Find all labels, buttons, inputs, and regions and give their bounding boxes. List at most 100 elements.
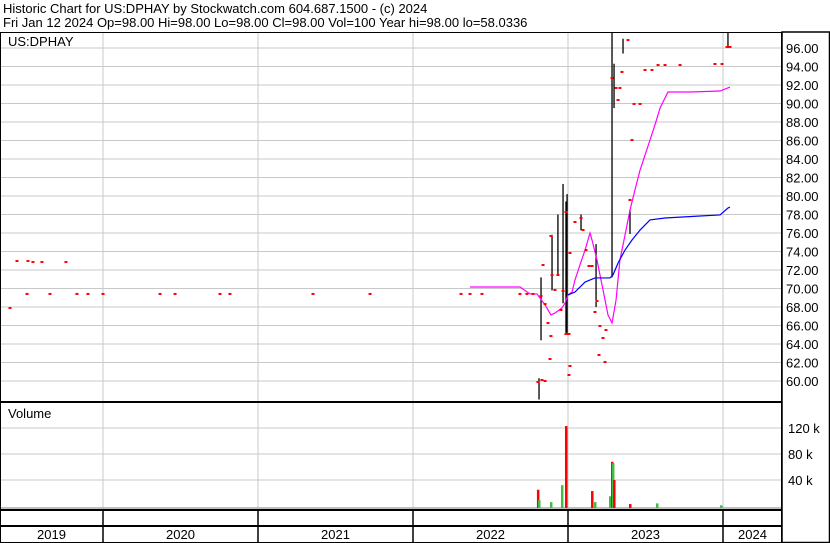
close-mark <box>656 64 660 67</box>
close-mark <box>567 333 571 336</box>
close-mark <box>604 329 608 332</box>
volume-tick-label: 80 k <box>788 447 813 462</box>
price-tick-label: 96.00 <box>786 41 819 56</box>
volume-bar <box>613 480 616 508</box>
symbol-label: US:DPHAY <box>8 34 74 49</box>
close-mark <box>553 288 557 291</box>
close-mark <box>620 70 624 73</box>
price-tick-label: 60.00 <box>786 374 819 389</box>
close-mark <box>540 378 544 381</box>
close-mark <box>581 229 585 232</box>
close-mark <box>626 39 630 42</box>
close-mark <box>556 273 560 276</box>
price-tick-label: 88.00 <box>786 115 819 130</box>
close-mark <box>618 86 622 89</box>
close-mark <box>567 373 571 376</box>
close-mark <box>101 292 105 295</box>
close-mark <box>725 45 729 48</box>
close-mark <box>590 265 594 268</box>
close-mark <box>15 260 19 263</box>
price-tick-label: 92.00 <box>786 78 819 93</box>
price-tick-label: 76.00 <box>786 226 819 241</box>
volume-bar <box>591 491 594 508</box>
close-mark <box>720 63 724 66</box>
close-mark <box>546 322 550 325</box>
close-mark <box>541 264 545 267</box>
close-mark <box>86 292 90 295</box>
price-tick-label: 90.00 <box>786 97 819 112</box>
volume-bar <box>560 485 564 508</box>
close-mark <box>614 86 618 89</box>
close-mark <box>564 211 568 214</box>
close-mark <box>158 292 162 295</box>
year-label: 2021 <box>321 527 350 542</box>
price-tick-label: 64.00 <box>786 337 819 352</box>
close-mark <box>8 307 12 310</box>
close-mark <box>584 249 588 252</box>
close-mark <box>173 292 177 295</box>
close-mark <box>518 292 522 295</box>
price-tick-label: 68.00 <box>786 300 819 315</box>
volume-bar <box>593 502 597 508</box>
price-tick-label: 80.00 <box>786 189 819 204</box>
volume-bar <box>564 426 568 508</box>
volume-label: Volume <box>8 406 51 421</box>
close-mark <box>549 335 553 338</box>
close-mark <box>568 365 572 368</box>
volume-bar <box>719 505 723 508</box>
close-mark <box>610 76 614 79</box>
close-mark <box>593 310 597 313</box>
volume-bar <box>655 503 659 508</box>
close-mark <box>643 69 647 72</box>
chart-canvas: US:DPHAY Volume 60.00 62.00 64.00 66.00 68.0… <box>0 31 830 543</box>
close-mark <box>678 64 682 67</box>
year-label: 2019 <box>37 527 66 542</box>
close-mark <box>536 381 540 384</box>
close-mark <box>459 292 463 295</box>
close-mark <box>628 198 632 201</box>
volume-tick-label: 120 k <box>788 421 820 436</box>
close-mark <box>595 299 599 302</box>
close-mark <box>40 261 44 264</box>
close-mark <box>543 303 547 306</box>
close-mark <box>218 292 222 295</box>
close-mark <box>564 333 568 336</box>
close-mark <box>568 251 572 254</box>
price-tick-label: 72.00 <box>786 263 819 278</box>
price-tick-label: 66.00 <box>786 319 819 334</box>
close-mark <box>587 265 591 268</box>
price-tick-label: 84.00 <box>786 152 819 167</box>
close-mark <box>663 64 667 67</box>
close-mark <box>480 292 484 295</box>
close-mark <box>728 45 732 48</box>
close-mark <box>597 354 601 357</box>
close-mark <box>548 357 552 360</box>
price-tick-label: 70.00 <box>786 282 819 297</box>
close-mark <box>368 292 372 295</box>
close-mark <box>525 292 529 295</box>
close-mark <box>713 63 717 66</box>
price-tick-label: 94.00 <box>786 60 819 75</box>
volume-bar <box>549 502 553 508</box>
close-mark <box>601 336 605 339</box>
close-mark <box>616 98 620 101</box>
close-mark <box>64 261 68 264</box>
price-tick-label: 78.00 <box>786 208 819 223</box>
price-tick-label: 86.00 <box>786 134 819 149</box>
price-tick-label: 62.00 <box>786 356 819 371</box>
close-mark <box>228 292 232 295</box>
year-label: 2020 <box>166 527 195 542</box>
volume-bar <box>538 500 541 508</box>
close-mark <box>598 324 602 327</box>
close-mark <box>468 292 472 295</box>
close-mark <box>573 220 577 223</box>
close-mark <box>539 294 543 297</box>
close-mark <box>75 292 79 295</box>
close-mark <box>26 260 30 263</box>
close-mark <box>630 139 634 142</box>
close-mark <box>579 217 583 220</box>
close-mark <box>31 261 35 264</box>
close-mark <box>650 69 654 72</box>
close-mark <box>543 380 547 382</box>
year-label: 2023 <box>631 527 660 542</box>
